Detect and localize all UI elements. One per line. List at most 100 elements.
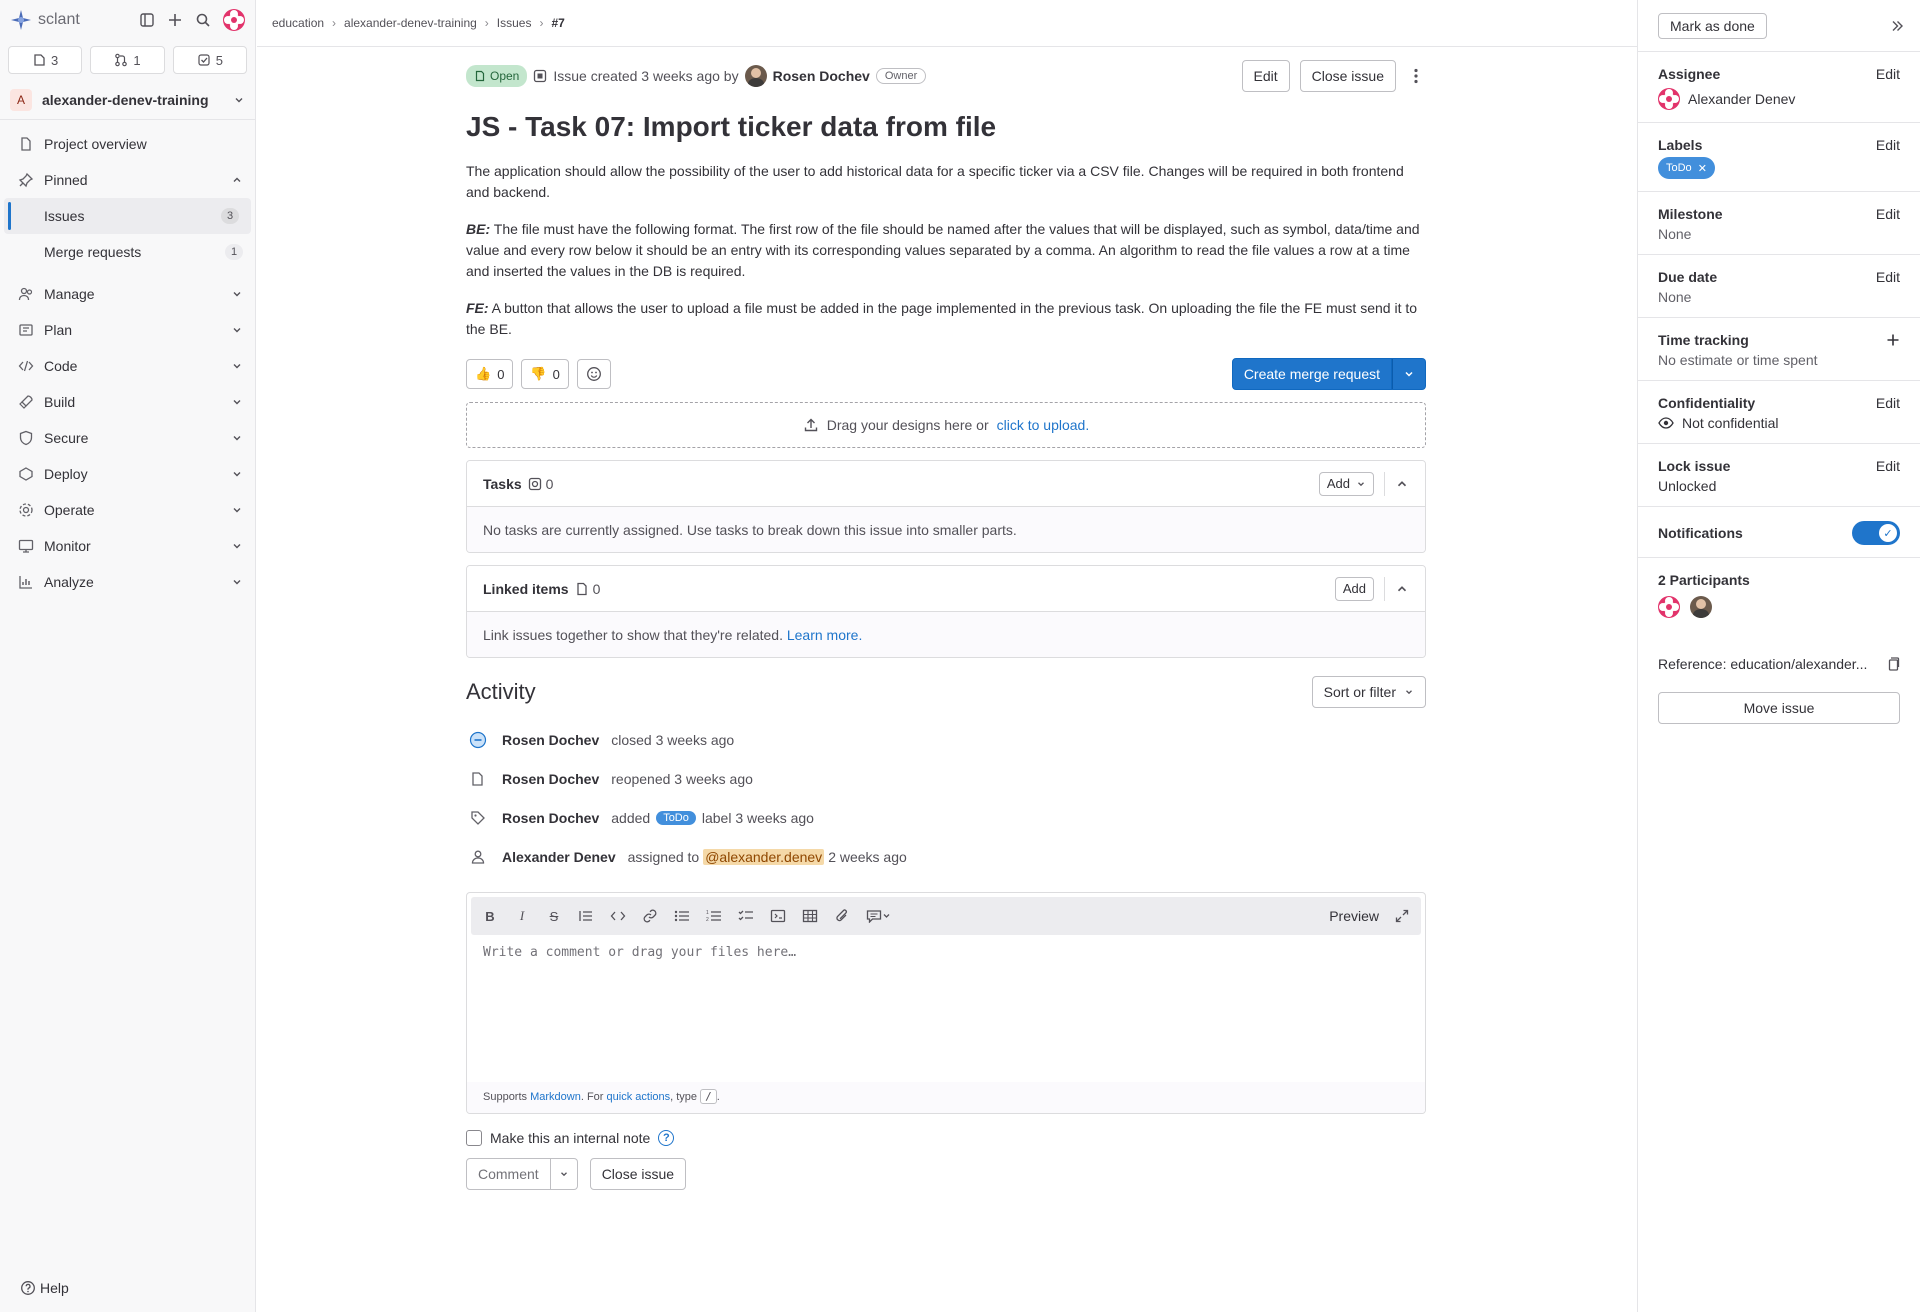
issues-count-button[interactable]: 3	[8, 46, 83, 74]
nav-pinned[interactable]: Pinned	[0, 162, 255, 198]
mark-as-done-button[interactable]: Mark as done	[1658, 12, 1767, 39]
thumbs-up-button[interactable]: 👍 0	[466, 359, 514, 389]
task-list-icon[interactable]	[737, 907, 755, 925]
todos-count-button[interactable]: 5	[172, 46, 247, 74]
merge-requests-count-button[interactable]: 1	[90, 46, 165, 74]
attach-file-icon[interactable]	[833, 907, 851, 925]
activity-user[interactable]: Rosen Dochev	[502, 771, 599, 787]
edit-issue-button[interactable]: Edit	[1241, 60, 1290, 92]
quote-icon[interactable]	[577, 907, 595, 925]
assignee-section: Assignee Edit Alexander Denev	[1638, 52, 1920, 123]
nav-analyze[interactable]: Analyze	[0, 564, 255, 600]
create-merge-request-button[interactable]: Create merge request	[1231, 358, 1392, 390]
code-icon[interactable]	[609, 907, 627, 925]
bold-icon[interactable]: B	[481, 907, 499, 925]
nav-pinned-issues[interactable]: Issues 3	[4, 198, 251, 234]
add-linked-item-button[interactable]: Add	[1334, 576, 1374, 601]
internal-note-label[interactable]: Make this an internal note	[490, 1130, 650, 1146]
edit-assignee-button[interactable]: Edit	[1876, 66, 1900, 82]
sort-filter-button[interactable]: Sort or filter	[1311, 676, 1426, 708]
strikethrough-icon[interactable]: S	[545, 907, 563, 925]
edit-confidentiality-button[interactable]: Edit	[1876, 395, 1900, 411]
nav-project-overview[interactable]: Project overview	[0, 126, 255, 162]
user-avatar[interactable]	[223, 9, 245, 31]
internal-note-checkbox[interactable]	[466, 1130, 482, 1146]
comment-dropdown[interactable]	[550, 1158, 578, 1190]
nav-pinned-merge-requests[interactable]: Merge requests 1	[0, 234, 255, 270]
collapse-linked-icon[interactable]	[1395, 582, 1409, 596]
fullscreen-icon[interactable]	[1393, 907, 1411, 925]
assignee-name[interactable]: Alexander Denev	[1688, 91, 1795, 107]
add-time-icon[interactable]	[1886, 333, 1900, 347]
bullet-list-icon[interactable]	[673, 907, 691, 925]
nav-plan[interactable]: Plan	[0, 312, 255, 348]
comment-button[interactable]: Comment	[466, 1158, 551, 1190]
move-issue-button[interactable]: Move issue	[1658, 692, 1900, 724]
create-new-icon[interactable]	[167, 12, 183, 28]
copy-icon[interactable]	[1886, 656, 1900, 672]
question-icon[interactable]: ?	[658, 1130, 675, 1146]
search-icon[interactable]	[195, 12, 211, 28]
click-to-upload-link[interactable]: click to upload.	[997, 417, 1090, 433]
design-dropzone[interactable]: Drag your designs here or click to uploa…	[466, 402, 1426, 448]
activity-user[interactable]: Rosen Dochev	[502, 810, 599, 826]
be-label: BE:	[466, 221, 491, 237]
nav-code[interactable]: Code	[0, 348, 255, 384]
breadcrumb-separator: ›	[484, 16, 489, 30]
close-issue-button[interactable]: Close issue	[1299, 60, 1396, 92]
brand[interactable]: sclant	[10, 9, 139, 31]
activity-user[interactable]: Alexander Denev	[502, 849, 616, 865]
create-merge-request-dropdown[interactable]	[1392, 358, 1426, 390]
learn-more-link[interactable]: Learn more.	[787, 627, 862, 643]
more-actions-icon[interactable]	[1406, 68, 1426, 84]
thumbs-down-button[interactable]: 👎 0	[521, 359, 569, 389]
italic-icon[interactable]: I	[513, 907, 531, 925]
activity-user[interactable]: Rosen Dochev	[502, 732, 599, 748]
notifications-toggle[interactable]	[1852, 521, 1900, 545]
collapsible-section-icon[interactable]	[769, 907, 787, 925]
milestone-section: Milestone Edit None	[1638, 192, 1920, 255]
collapse-sidebar-icon[interactable]	[1890, 19, 1904, 33]
markdown-link[interactable]: Markdown	[530, 1091, 581, 1103]
toggle-sidebar-icon[interactable]	[139, 12, 155, 28]
edit-milestone-button[interactable]: Edit	[1876, 206, 1900, 222]
nav-deploy[interactable]: Deploy	[0, 456, 255, 492]
comment-template-icon[interactable]	[865, 907, 893, 925]
nav-operate[interactable]: Operate	[0, 492, 255, 528]
quick-actions-link[interactable]: quick actions	[607, 1091, 671, 1103]
breadcrumb-item[interactable]: alexander-denev-training	[344, 16, 477, 30]
nav-build[interactable]: Build	[0, 384, 255, 420]
label-chip-text: ToDo	[1666, 162, 1692, 174]
preview-tab[interactable]: Preview	[1329, 908, 1379, 924]
nav-monitor[interactable]: Monitor	[0, 528, 255, 564]
add-reaction-button[interactable]	[576, 359, 611, 389]
edit-due-date-button[interactable]: Edit	[1876, 269, 1900, 285]
edit-labels-button[interactable]: Edit	[1876, 137, 1900, 153]
project-switcher[interactable]: A alexander-denev-training	[0, 80, 255, 120]
breadcrumb-current[interactable]: #7	[551, 16, 564, 30]
author-avatar[interactable]	[744, 65, 767, 87]
linked-items-count: 0	[575, 581, 600, 597]
nav-secure[interactable]: Secure	[0, 420, 255, 456]
add-task-button[interactable]: Add	[1318, 471, 1374, 496]
user-mention[interactable]: @alexander.denev	[703, 848, 825, 865]
comment-textarea[interactable]	[467, 939, 1425, 1079]
assignee-avatar[interactable]	[1658, 88, 1680, 110]
todo-label-pill[interactable]: ToDo	[656, 810, 696, 825]
participant-avatar[interactable]	[1690, 596, 1712, 618]
activity-text: assigned to	[627, 848, 700, 865]
breadcrumb-item[interactable]: Issues	[497, 16, 532, 30]
edit-lock-button[interactable]: Edit	[1876, 458, 1900, 474]
author-name[interactable]: Rosen Dochev	[773, 68, 870, 84]
close-issue-bottom-button[interactable]: Close issue	[589, 1158, 687, 1190]
numbered-list-icon[interactable]: 12	[705, 907, 723, 925]
nav-manage[interactable]: Manage	[0, 276, 255, 312]
collapse-tasks-icon[interactable]	[1395, 477, 1409, 491]
label-chip[interactable]: ToDo ✕	[1658, 157, 1715, 179]
participant-avatar[interactable]	[1658, 596, 1680, 618]
help-link[interactable]: Help	[20, 1280, 69, 1296]
table-icon[interactable]	[801, 907, 819, 925]
breadcrumb-item[interactable]: education	[272, 16, 324, 30]
remove-label-icon[interactable]: ✕	[1698, 162, 1707, 175]
link-icon[interactable]	[641, 907, 659, 925]
